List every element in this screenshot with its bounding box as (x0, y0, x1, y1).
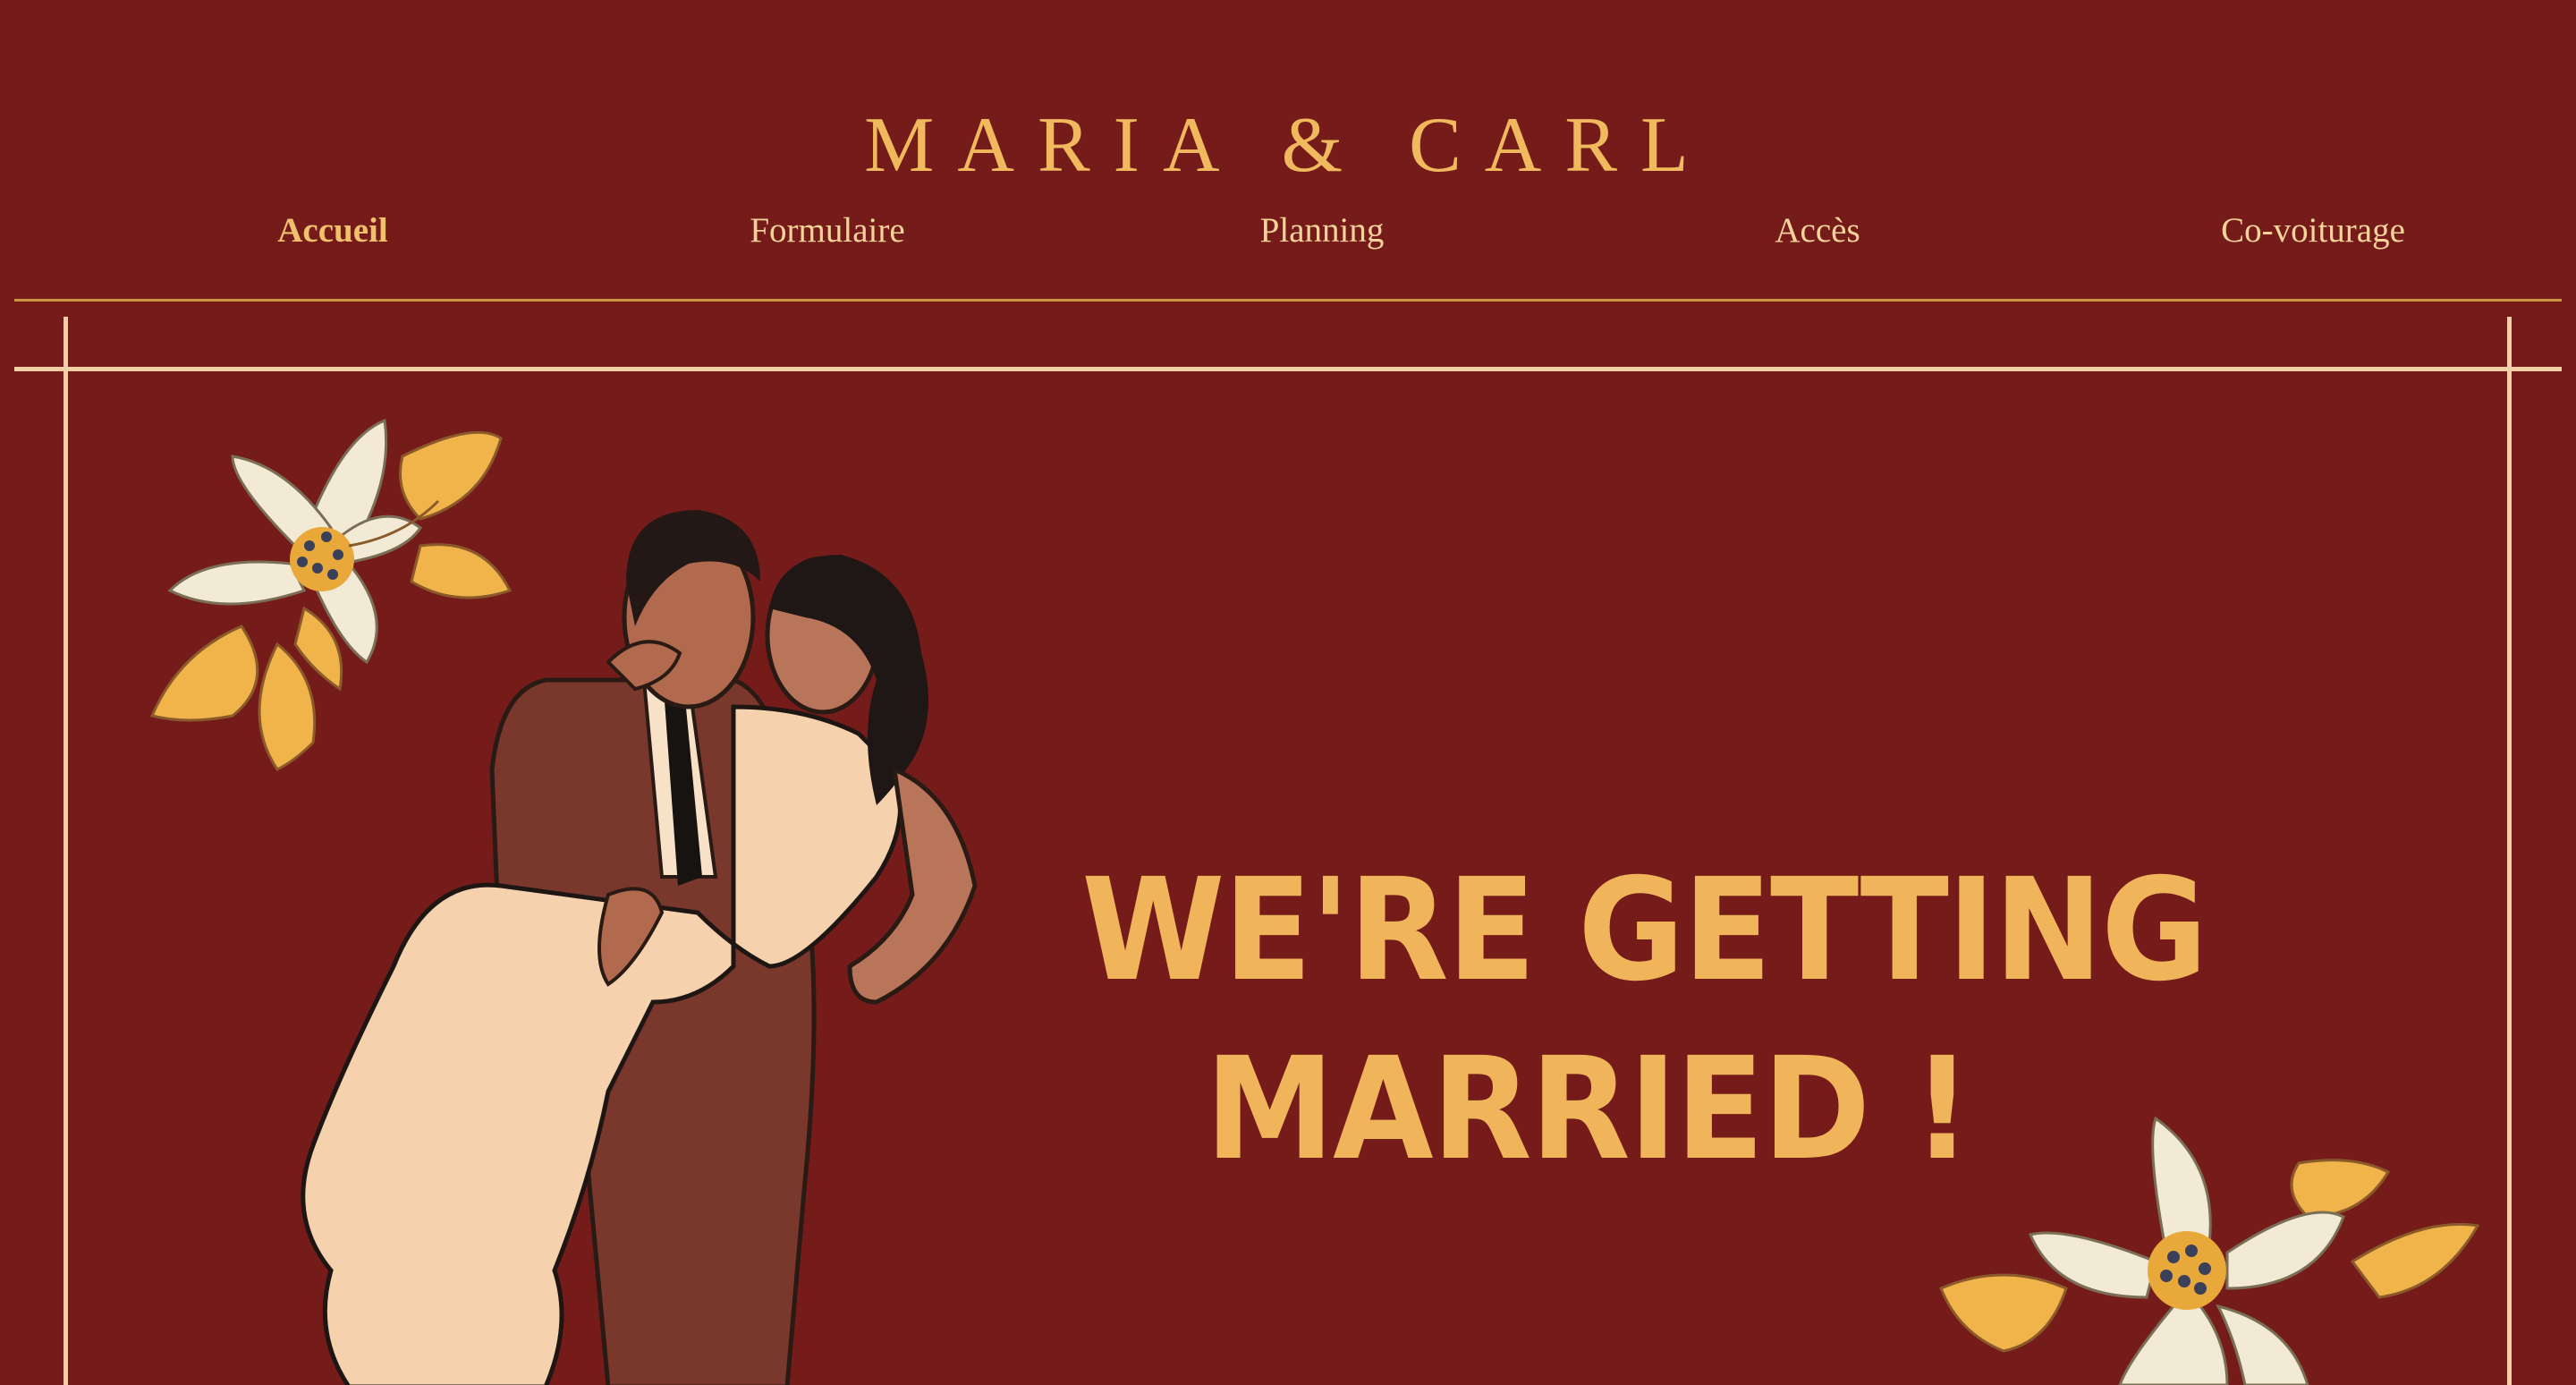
nav-item-acces[interactable]: Accès (1775, 204, 1860, 258)
frame-top-border (14, 367, 2562, 371)
nav-divider (14, 299, 2562, 302)
main-nav: Accueil Formulaire Planning Accès Co-voi… (0, 204, 2576, 258)
site-title: MARIA & CARL (864, 101, 1712, 189)
lily-flower-icon (1939, 1116, 2480, 1385)
wedding-couple-icon (301, 510, 978, 1385)
hero-line-1: WE'RE GETTING (1081, 848, 2207, 1013)
nav-item-covoiturage[interactable]: Co-voiturage (2221, 204, 2405, 258)
nav-item-formulaire[interactable]: Formulaire (750, 204, 904, 258)
nav-item-accueil[interactable]: Accueil (277, 204, 387, 258)
frame-left-border (64, 317, 68, 1385)
frame-right-border (2507, 317, 2512, 1385)
nav-item-planning[interactable]: Planning (1260, 204, 1385, 258)
